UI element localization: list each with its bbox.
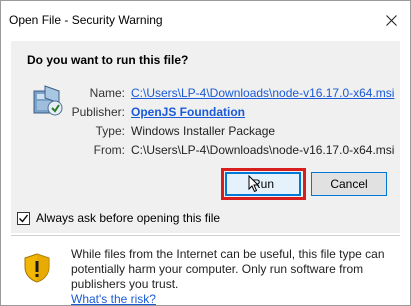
always-ask-checkbox[interactable]: [17, 211, 30, 225]
window-title: Open File - Security Warning: [9, 13, 163, 27]
name-label: Name:: [89, 86, 125, 100]
divider: [11, 235, 400, 236]
question-heading: Do you want to run this file?: [27, 53, 189, 67]
whats-the-risk-link[interactable]: What's the risk?: [71, 292, 156, 306]
title-bar[interactable]: Open File - Security Warning: [1, 1, 410, 41]
close-button[interactable]: [378, 7, 404, 33]
publisher-label: Publisher:: [71, 105, 125, 119]
name-value-link[interactable]: C:\Users\LP-4\Downloads\node-v16.17.0-x6…: [131, 86, 394, 100]
cancel-button-label: Cancel: [330, 177, 368, 191]
mouse-cursor-icon: [248, 175, 260, 193]
file-details-panel: Do you want to run this file? Name: C:\U…: [11, 41, 400, 233]
cancel-button[interactable]: Cancel: [311, 172, 387, 196]
checkmark-icon: [19, 214, 29, 223]
always-ask-row[interactable]: Always ask before opening this file: [17, 211, 220, 225]
type-label: Type:: [95, 124, 125, 138]
close-icon: [385, 14, 397, 26]
warning-text: While files from the Internet can be use…: [71, 247, 385, 291]
from-value: C:\Users\LP-4\Downloads\node-v16.17.0-x6…: [131, 143, 395, 157]
security-warning-dialog: Open File - Security Warning Do you want…: [0, 0, 411, 306]
publisher-value-link[interactable]: OpenJS Foundation: [131, 105, 245, 119]
highlight-annotation: [221, 168, 306, 200]
always-ask-label: Always ask before opening this file: [36, 211, 221, 225]
warning-message: While files from the Internet can be use…: [71, 247, 396, 306]
shield-warning-icon: [24, 253, 50, 283]
type-value: Windows Installer Package: [131, 124, 276, 138]
from-label: From:: [93, 143, 125, 157]
